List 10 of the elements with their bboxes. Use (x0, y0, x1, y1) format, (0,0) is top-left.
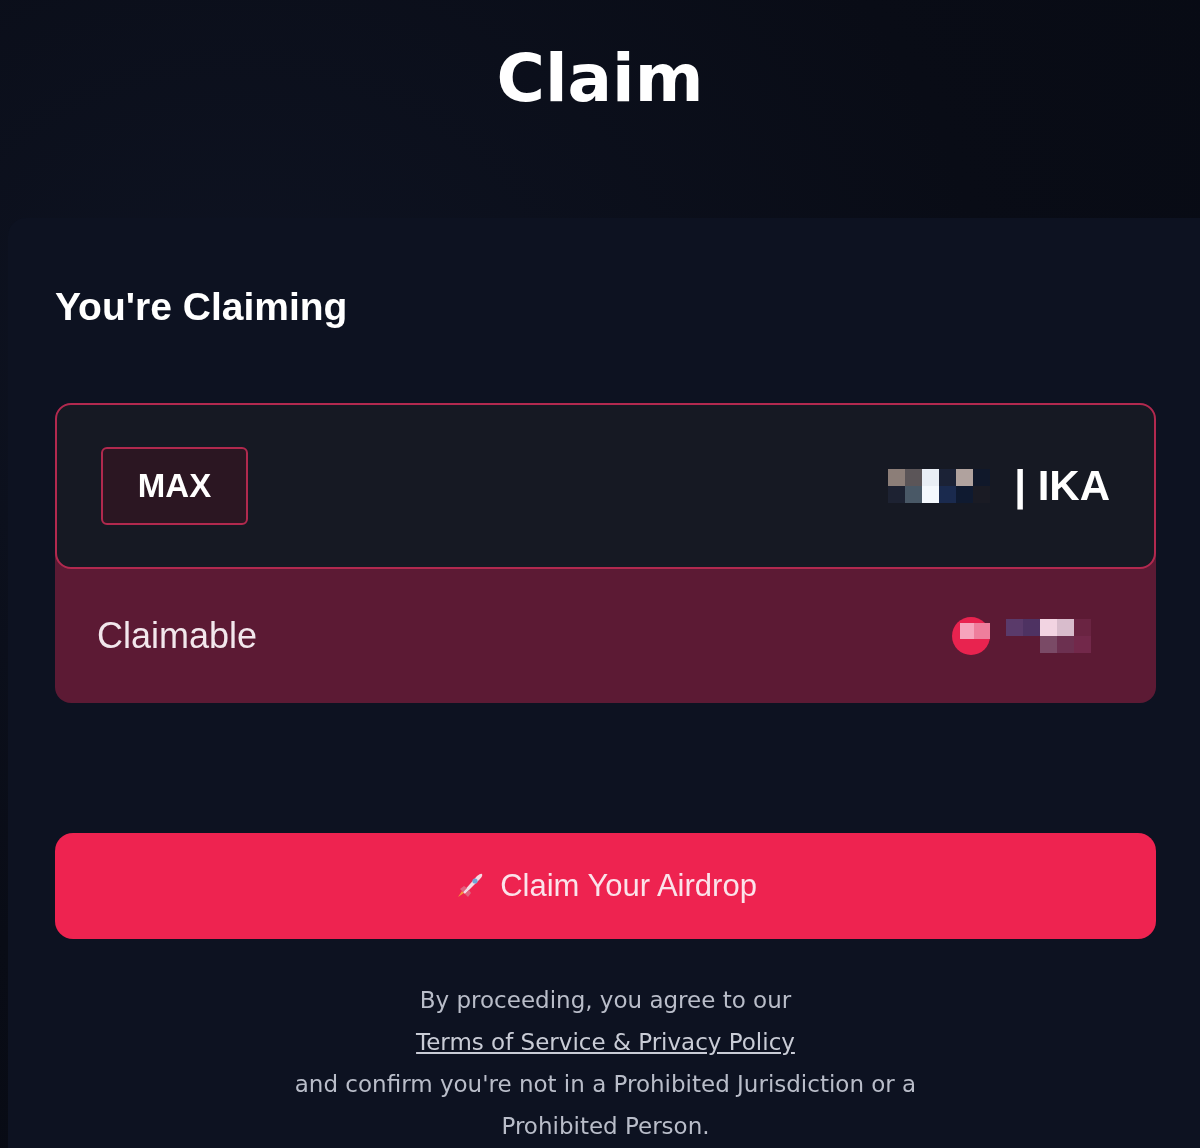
consent-text: and confirm you're not in a Prohibited Jurisdiction or a Prohibited Person. (293, 1069, 918, 1141)
consent-text: By proceeding, you agree to our Terms of Service & Privacy Policy (415, 985, 796, 1057)
page-title: Claim (496, 46, 704, 112)
terms-link[interactable]: Terms of Service & Privacy Policy (416, 1028, 795, 1055)
token-unit: | IKA (1014, 461, 1110, 512)
max-button[interactable]: MAX (101, 446, 248, 525)
token-icon (952, 616, 990, 655)
claimable-label: Claimable (97, 613, 258, 658)
amount-field[interactable]: MAX | IKA (55, 402, 1156, 569)
section-heading: You're Claiming (55, 284, 348, 330)
